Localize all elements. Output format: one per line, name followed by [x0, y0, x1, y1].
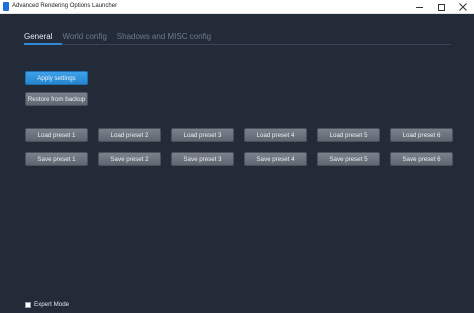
- app-icon: [3, 2, 9, 11]
- expert-mode-option: Expert Mode: [25, 301, 69, 309]
- window-title: Advanced Rendering Options Launcher: [12, 3, 118, 9]
- tab-underline: [24, 43, 451, 45]
- apply-settings-button[interactable]: Apply settings: [25, 71, 88, 85]
- save-preset-4-button[interactable]: Save preset 4: [244, 152, 307, 166]
- tab-world-config[interactable]: World config: [62, 31, 106, 45]
- active-tab-indicator: [24, 43, 62, 45]
- load-preset-2-button[interactable]: Load preset 2: [98, 128, 161, 142]
- close-button[interactable]: [452, 0, 474, 14]
- restore-from-backup-button[interactable]: Restore from backup: [25, 92, 88, 106]
- save-preset-2-button[interactable]: Save preset 2: [98, 152, 161, 166]
- title-bar: Advanced Rendering Options Launcher: [0, 0, 474, 14]
- maximize-icon: [437, 3, 445, 11]
- save-preset-5-button[interactable]: Save preset 5: [317, 152, 380, 166]
- tab-shadows-misc-config[interactable]: Shadows and MISC config: [117, 31, 211, 45]
- load-preset-5-button[interactable]: Load preset 5: [317, 128, 380, 142]
- save-preset-3-button[interactable]: Save preset 3: [171, 152, 234, 166]
- main-panel: General World config Shadows and MISC co…: [0, 14, 474, 313]
- load-preset-6-button[interactable]: Load preset 6: [390, 128, 453, 142]
- save-preset-row: Save preset 1 Save preset 2 Save preset …: [25, 152, 455, 166]
- minimize-button[interactable]: [408, 0, 430, 14]
- expert-mode-label[interactable]: Expert Mode: [34, 301, 69, 309]
- expert-mode-checkbox[interactable]: [25, 302, 31, 308]
- load-preset-4-button[interactable]: Load preset 4: [244, 128, 307, 142]
- maximize-button[interactable]: [430, 0, 452, 14]
- minimize-icon: [415, 6, 423, 8]
- save-preset-1-button[interactable]: Save preset 1: [25, 152, 88, 166]
- load-preset-3-button[interactable]: Load preset 3: [171, 128, 234, 142]
- save-preset-6-button[interactable]: Save preset 6: [390, 152, 453, 166]
- close-icon: [459, 3, 467, 11]
- load-preset-1-button[interactable]: Load preset 1: [25, 128, 88, 142]
- load-preset-row: Load preset 1 Load preset 2 Load preset …: [25, 128, 455, 142]
